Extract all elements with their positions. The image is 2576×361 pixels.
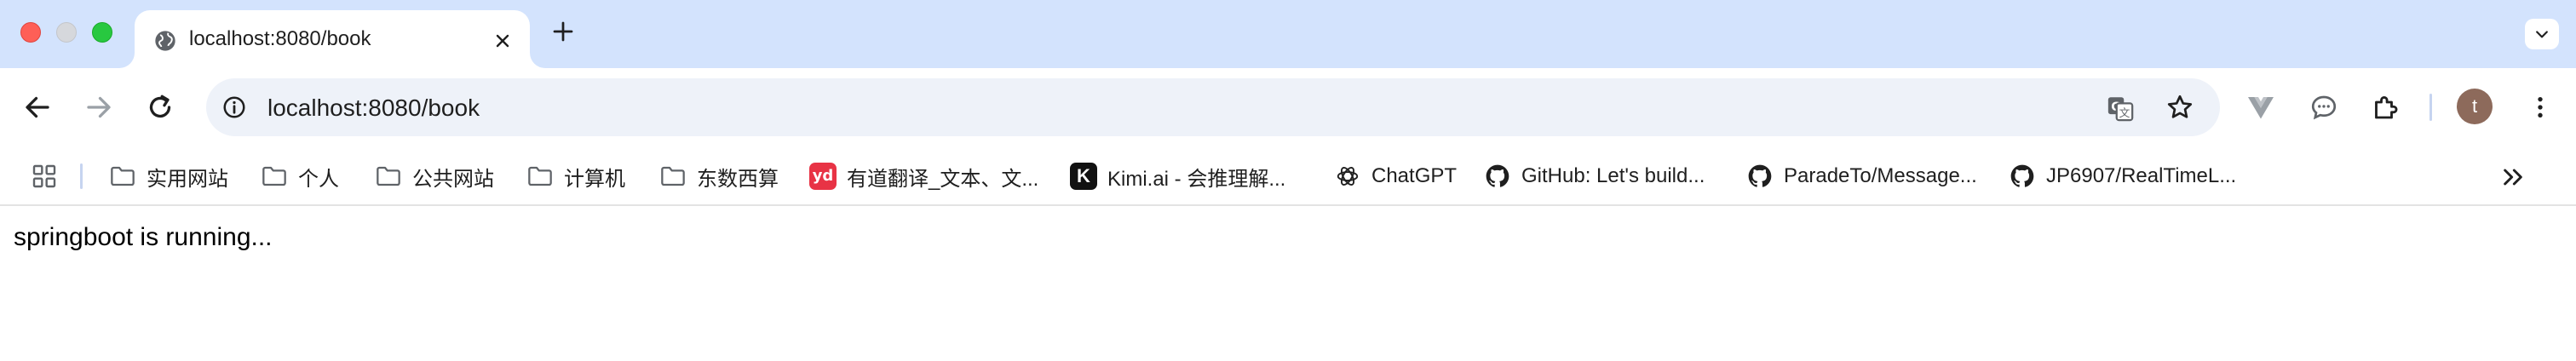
active-tab[interactable]: localhost:8080/book bbox=[135, 10, 530, 68]
bookmark-label: 个人 bbox=[298, 167, 339, 191]
bookmark-label: Kimi.ai - 会推理解... bbox=[1107, 167, 1286, 191]
bookmark-label: ChatGPT bbox=[1371, 164, 1458, 187]
bookmark-folder-east-data-west-compute[interactable]: 东数西算 bbox=[659, 157, 779, 196]
github-icon bbox=[1746, 163, 1774, 190]
bookmark-folder-practical-sites[interactable]: 实用网站 bbox=[109, 157, 228, 196]
window-minimize-button[interactable] bbox=[56, 22, 77, 43]
github-icon bbox=[1484, 163, 1511, 190]
window-maximize-button[interactable] bbox=[92, 22, 112, 43]
bookmark-label: 有道翻译_文本、文... bbox=[847, 167, 1039, 191]
bookmark-github-jp6907[interactable]: JP6907/RealTimeL... bbox=[2009, 157, 2236, 196]
profile-avatar[interactable]: t bbox=[2457, 89, 2493, 124]
bookmark-label: ParadeTo/Message... bbox=[1784, 164, 1977, 187]
new-tab-button[interactable] bbox=[550, 19, 576, 44]
openai-icon bbox=[1334, 163, 1361, 190]
bookmarks-bar: 实用网站 个人 公共网站 计算机 东数西算 yd 有道翻译_文本、文... K bbox=[0, 146, 2576, 206]
bookmark-label: GitHub: Let's build... bbox=[1521, 164, 1705, 187]
chat-extension-icon[interactable] bbox=[2309, 92, 2339, 123]
site-info-icon[interactable] bbox=[221, 95, 247, 120]
more-bookmarks-chevron-icon[interactable] bbox=[2498, 163, 2528, 191]
toolbar: localhost:8080/book G 文 t bbox=[0, 68, 2576, 146]
chevron-down-icon bbox=[2536, 31, 2548, 38]
page-content: springboot is running... bbox=[0, 208, 2576, 361]
bookmark-label: 计算机 bbox=[564, 167, 625, 191]
folder-icon bbox=[375, 163, 402, 190]
bookmark-chatgpt[interactable]: ChatGPT bbox=[1334, 157, 1457, 196]
youdao-icon: yd bbox=[809, 163, 837, 190]
folder-icon bbox=[659, 163, 687, 190]
bookmark-label: 东数西算 bbox=[697, 167, 779, 191]
kimi-icon: K bbox=[1070, 163, 1097, 190]
bookmark-youdao[interactable]: yd 有道翻译_文本、文... bbox=[809, 157, 1038, 196]
toolbar-divider bbox=[2429, 94, 2432, 121]
bookmarks-separator bbox=[80, 163, 83, 189]
window-close-button[interactable] bbox=[20, 22, 41, 43]
bookmark-github[interactable]: GitHub: Let's build... bbox=[1484, 157, 1705, 196]
folder-icon bbox=[526, 163, 554, 190]
tab-strip: localhost:8080/book bbox=[0, 0, 2576, 68]
translate-icon[interactable]: G 文 bbox=[2106, 94, 2135, 123]
apps-grid-icon[interactable] bbox=[31, 163, 58, 190]
more-options-icon[interactable] bbox=[2527, 92, 2554, 123]
url-text[interactable]: localhost:8080/book bbox=[267, 95, 480, 122]
tab-search-button[interactable] bbox=[2525, 19, 2559, 49]
bookmark-label: 实用网站 bbox=[147, 167, 228, 191]
bookmark-label: JP6907/RealTimeL... bbox=[2046, 164, 2237, 187]
close-icon[interactable] bbox=[492, 31, 513, 51]
bookmark-kimi[interactable]: K Kimi.ai - 会推理解... bbox=[1070, 157, 1285, 196]
bookmark-star-icon[interactable] bbox=[2165, 93, 2194, 122]
globe-icon bbox=[155, 31, 175, 51]
vue-devtools-extension-icon[interactable] bbox=[2245, 92, 2276, 123]
folder-icon bbox=[261, 163, 288, 190]
forward-button[interactable] bbox=[83, 92, 114, 123]
address-bar[interactable]: localhost:8080/book G 文 bbox=[206, 78, 2220, 136]
bookmark-folder-personal[interactable]: 个人 bbox=[261, 157, 339, 196]
bookmark-label: 公共网站 bbox=[412, 167, 494, 191]
folder-icon bbox=[109, 163, 136, 190]
back-button[interactable] bbox=[22, 92, 53, 123]
bookmark-github-paradeto[interactable]: ParadeTo/Message... bbox=[1746, 157, 1977, 196]
github-icon bbox=[2009, 163, 2036, 190]
reload-button[interactable] bbox=[145, 92, 175, 123]
extensions-puzzle-icon[interactable] bbox=[2370, 92, 2401, 123]
bookmark-folder-public-sites[interactable]: 公共网站 bbox=[375, 157, 494, 196]
page-body-text: springboot is running... bbox=[14, 223, 273, 251]
bookmark-folder-computer[interactable]: 计算机 bbox=[526, 157, 625, 196]
tab-title: localhost:8080/book bbox=[189, 27, 371, 50]
svg-text:文: 文 bbox=[2119, 107, 2130, 120]
